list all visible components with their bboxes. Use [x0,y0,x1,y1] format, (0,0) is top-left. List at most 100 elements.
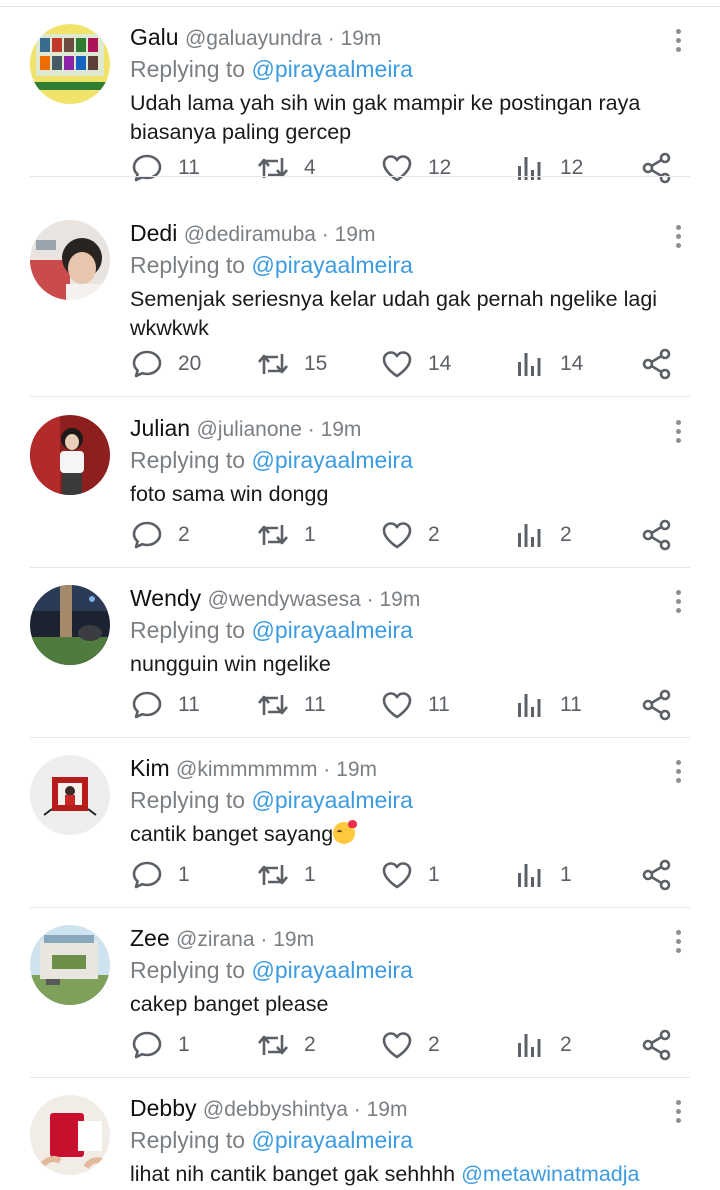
like-button[interactable]: 2 [380,1027,440,1063]
replying-to-mention[interactable]: @pirayaalmeira [251,252,412,278]
reply-tweet[interactable]: Wendy @wendywasesa · 19m Replying to @pi… [0,568,720,738]
tweet-text: Semenjak seriesnya kelar udah gak pernah… [130,287,658,340]
timestamp[interactable]: 19m [341,27,382,50]
display-name[interactable]: Julian [130,415,190,441]
share-button[interactable] [640,517,674,553]
replying-to-mention[interactable]: @pirayaalmeira [251,957,412,983]
replying-to-mention[interactable]: @pirayaalmeira [251,56,412,82]
share-button[interactable] [640,346,674,382]
avatar[interactable] [30,415,110,495]
reply-button[interactable]: 11 [130,687,200,723]
more-options-icon[interactable] [676,760,682,787]
tweet-mention[interactable]: @metawinatmadja [461,1162,639,1186]
handle[interactable]: @kimmmmmm [176,758,317,781]
replying-to-mention[interactable]: @pirayaalmeira [251,617,412,643]
reply-button[interactable]: 2 [130,517,190,553]
more-options-icon[interactable] [676,590,682,617]
tweet-text: foto sama win dongg [130,482,329,506]
timestamp[interactable]: 19m [379,588,420,611]
dot-separator: · [254,928,274,951]
views-button[interactable]: 1 [512,857,572,893]
like-button[interactable]: 11 [380,687,450,723]
handle[interactable]: @debbyshintya [203,1098,348,1121]
retweet-button[interactable]: 4 [256,150,316,186]
reply-button[interactable]: 1 [130,857,190,893]
views-button[interactable]: 2 [512,1027,572,1063]
reply-tweet[interactable]: Galu @galuayundra · 19m Replying to @pir… [0,7,720,177]
replying-to-mention[interactable]: @pirayaalmeira [251,787,412,813]
views-button[interactable]: 14 [512,346,583,382]
timestamp[interactable]: 19m [335,223,376,246]
reply-tweet[interactable]: Dedi @dediramuba · 19m Replying to @pira… [0,203,720,397]
handle[interactable]: @zirana [176,928,255,951]
display-name[interactable]: Wendy [130,585,201,611]
avatar[interactable] [30,1095,110,1175]
display-name[interactable]: Debby [130,1095,196,1121]
more-options-icon[interactable] [676,1100,682,1127]
retweet-button[interactable]: 15 [256,346,327,382]
more-options-icon[interactable] [676,930,682,957]
retweet-button[interactable]: 1 [256,857,316,893]
reply-count: 1 [178,1033,190,1056]
timestamp[interactable]: 19m [336,758,377,781]
reply-button[interactable]: 20 [130,346,201,382]
avatar[interactable] [30,755,110,835]
display-name[interactable]: Galu [130,24,179,50]
more-options-icon[interactable] [676,225,682,252]
avatar[interactable] [30,925,110,1005]
avatar[interactable] [30,220,110,300]
reply-count: 20 [178,352,202,375]
avatar[interactable] [30,24,110,104]
like-button[interactable]: 12 [380,150,451,186]
retweet-button[interactable]: 1 [256,517,316,553]
replying-to-mention[interactable]: @pirayaalmeira [251,1127,412,1153]
retweet-button[interactable]: 11 [256,687,326,723]
replying-to-line: Replying to @pirayaalmeira [130,955,660,985]
display-name[interactable]: Kim [130,755,170,781]
handle[interactable]: @dediramuba [184,223,316,246]
tweet-text: cakep banget please [130,992,329,1016]
like-button[interactable]: 1 [380,857,440,893]
like-button[interactable]: 2 [380,517,440,553]
retweet-icon [256,858,290,892]
reply-icon [130,347,164,381]
heart-icon [380,1028,414,1062]
handle[interactable]: @julianone [197,418,302,441]
share-icon [640,518,674,552]
reply-tweet[interactable]: Julian @julianone · 19m Replying to @pir… [0,398,720,568]
share-button[interactable] [640,150,674,186]
share-button[interactable] [640,1027,674,1063]
retweet-button[interactable]: 2 [256,1027,316,1063]
tweet-divider [30,396,690,397]
reply-button[interactable]: 1 [130,1027,190,1063]
reply-tweet[interactable]: Debby @debbyshintya · 19m Replying to @p… [0,1078,720,1190]
handle[interactable]: @wendywasesa [208,588,361,611]
handle[interactable]: @galuayundra [185,27,322,50]
views-button[interactable]: 11 [512,687,582,723]
reply-tweet[interactable]: Kim @kimmmmmm · 19m Replying to @pirayaa… [0,738,720,908]
timestamp[interactable]: 19m [321,418,362,441]
more-options-icon[interactable] [676,420,682,447]
retweet-icon [256,518,290,552]
share-icon [640,688,674,722]
replying-to-label: Replying to [130,617,252,643]
retweet-icon [256,151,290,185]
like-button[interactable]: 14 [380,346,451,382]
retweet-count: 15 [304,352,328,375]
share-button[interactable] [640,687,674,723]
views-button[interactable]: 2 [512,517,572,553]
replying-to-mention[interactable]: @pirayaalmeira [251,447,412,473]
replying-to-line: Replying to @pirayaalmeira [130,1125,660,1155]
reply-button[interactable]: 11 [130,150,200,186]
timestamp[interactable]: 19m [273,928,314,951]
display-name[interactable]: Dedi [130,220,177,246]
heart-icon [380,858,414,892]
views-button[interactable]: 12 [512,150,583,186]
reply-tweet[interactable]: Zee @zirana · 19m Replying to @pirayaalm… [0,908,720,1078]
more-options-icon[interactable] [676,29,682,56]
replying-to-label: Replying to [130,252,252,278]
share-button[interactable] [640,857,674,893]
avatar[interactable] [30,585,110,665]
timestamp[interactable]: 19m [367,1098,408,1121]
display-name[interactable]: Zee [130,925,170,951]
